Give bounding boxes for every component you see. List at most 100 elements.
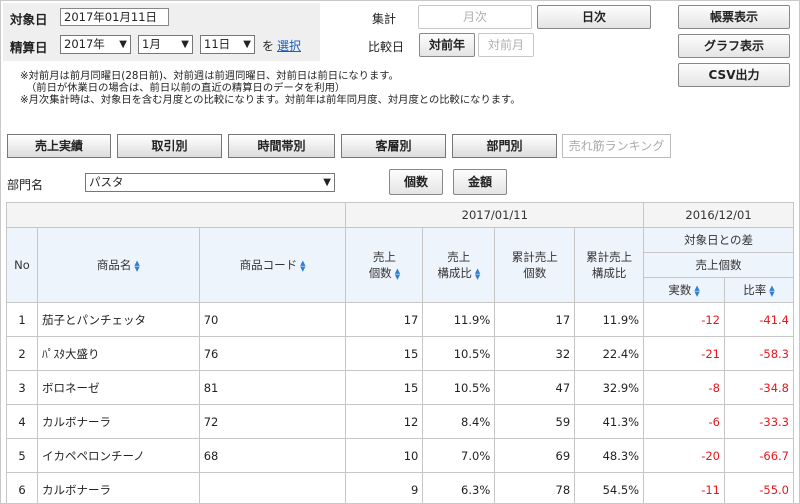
sort-icon[interactable]: ▲ ▼	[300, 259, 305, 272]
cell-qty: 15	[345, 370, 424, 405]
month-select[interactable]: 1月 ▼	[138, 35, 193, 54]
cell-ratio: 10.5%	[422, 370, 496, 405]
cell-qty: 17	[345, 302, 424, 337]
dept-select[interactable]: パスタ ▼	[85, 173, 335, 192]
cell-name: カルボナーラ	[36, 472, 200, 504]
monthly-button[interactable]: 月次	[418, 5, 532, 29]
cell-name: カルボナーラ	[36, 404, 200, 439]
table-row[interactable]: 4 カルボナーラ 72 12 8.4% 59 41.3% -6 -33.3	[6, 404, 794, 439]
cell-rate: -58.3	[724, 336, 794, 371]
aggregate-label: 集計	[372, 12, 397, 26]
cell-ratio: 7.0%	[422, 438, 496, 473]
cell-cum-qty: 47	[494, 370, 576, 405]
cell-cum-qty: 59	[494, 404, 576, 439]
cell-no: 2	[6, 336, 38, 371]
csv-export-button[interactable]: CSV出力	[678, 63, 790, 87]
table-row[interactable]: 2 ﾊﾟｽﾀ大盛り 76 15 10.5% 32 22.4% -21 -58.3	[6, 336, 794, 371]
header-date-current: 2017/01/11	[345, 202, 645, 228]
chevron-down-icon: ▼	[323, 177, 331, 188]
cell-cum-ratio: 11.9%	[574, 302, 645, 337]
cell-ratio: 11.9%	[422, 302, 496, 337]
chevron-down-icon: ▼	[181, 39, 189, 50]
header-spacer	[5, 202, 347, 228]
table-row[interactable]: 6 カルボナーラ 9 6.3% 78 54.5% -11 -55.0	[6, 472, 794, 504]
header-diff: 対象日との差	[643, 227, 794, 253]
header-name[interactable]: 商品名 ▲ ▼	[36, 227, 200, 303]
cell-no: 1	[6, 302, 38, 337]
sort-icon[interactable]: ▲ ▼	[769, 284, 774, 297]
cell-cum-ratio: 41.3%	[574, 404, 645, 439]
cell-cum-ratio: 48.3%	[574, 438, 645, 473]
compare-label: 比較日	[368, 40, 405, 54]
year-select[interactable]: 2017年 ▼	[60, 35, 131, 54]
cell-ratio: 10.5%	[422, 336, 496, 371]
cell-no: 5	[6, 438, 38, 473]
note-line-1: ※対前月は前月同曜日(28日前)、対前週は前週同曜日、対前日は前日になります。	[20, 70, 399, 82]
cell-actual: -12	[643, 302, 725, 337]
cell-actual: -20	[643, 438, 725, 473]
day-select[interactable]: 11日 ▼	[200, 35, 255, 54]
cell-code: 70	[198, 302, 347, 337]
cell-code: 68	[198, 438, 347, 473]
cell-name: 茄子とパンチェッタ	[36, 302, 200, 337]
cell-code: 76	[198, 336, 347, 371]
header-ratio[interactable]: 売上 構成比 ▲ ▼	[422, 227, 496, 303]
cell-cum-qty: 17	[494, 302, 576, 337]
select-date-link[interactable]: 選択	[277, 37, 301, 54]
cell-rate: -34.8	[724, 370, 794, 405]
table-row[interactable]: 1 茄子とパンチェッタ 70 17 11.9% 17 11.9% -12 -41.4	[6, 302, 794, 337]
header-qty[interactable]: 売上 個数 ▲ ▼	[345, 227, 424, 303]
chevron-down-icon: ▼	[119, 39, 127, 50]
tab-best-sellers[interactable]: 売れ筋ランキング	[562, 134, 671, 158]
tab-sales-results[interactable]: 売上実績	[7, 134, 111, 158]
header-rate[interactable]: 比率 ▲ ▼	[724, 277, 794, 303]
chevron-down-icon: ▼	[243, 39, 251, 50]
tab-by-customer[interactable]: 客層別	[341, 134, 446, 158]
report-view-button[interactable]: 帳票表示	[678, 5, 790, 29]
prev-month-button[interactable]: 対前月	[478, 33, 534, 57]
count-button[interactable]: 個数	[389, 169, 443, 195]
cell-actual: -8	[643, 370, 725, 405]
header-diff-sub: 売上個数	[643, 252, 794, 278]
table-row[interactable]: 5 イカペペロンチーノ 68 10 7.0% 69 48.3% -20 -66.7	[6, 438, 794, 473]
prev-year-button[interactable]: 対前年	[419, 33, 475, 57]
cell-qty: 9	[345, 472, 424, 504]
cell-rate: -41.4	[724, 302, 794, 337]
header-code[interactable]: 商品コード ▲ ▼	[198, 227, 347, 303]
cell-ratio: 6.3%	[422, 472, 496, 504]
sort-icon[interactable]: ▲ ▼	[694, 284, 699, 297]
cell-rate: -33.3	[724, 404, 794, 439]
sales-table: 2017/01/11 2016/12/01 No 商品名 ▲ ▼ 商品コード ▲ ▼ 売…	[5, 202, 794, 504]
cell-cum-qty: 69	[494, 438, 576, 473]
header-cum-qty: 累計売上 個数	[494, 227, 576, 303]
header-no: No	[6, 227, 38, 303]
target-date-field[interactable]: 2017年01月11日	[60, 8, 169, 26]
target-date-label: 対象日	[10, 12, 48, 27]
table-row[interactable]: 3 ボロネーゼ 81 15 10.5% 47 32.9% -8 -34.8	[6, 370, 794, 405]
tab-by-time[interactable]: 時間帯別	[228, 134, 335, 158]
cell-cum-qty: 78	[494, 472, 576, 504]
graph-view-button[interactable]: グラフ表示	[678, 34, 790, 58]
cell-actual: -21	[643, 336, 725, 371]
cell-no: 3	[6, 370, 38, 405]
cell-qty: 10	[345, 438, 424, 473]
cell-cum-ratio: 54.5%	[574, 472, 645, 504]
header-actual[interactable]: 実数 ▲ ▼	[643, 277, 725, 303]
daily-button[interactable]: 日次	[537, 5, 651, 29]
sort-icon[interactable]: ▲ ▼	[134, 259, 139, 272]
cell-name: ボロネーゼ	[36, 370, 200, 405]
cell-no: 4	[6, 404, 38, 439]
header-cum-ratio: 累計売上 構成比	[574, 227, 645, 303]
cell-qty: 15	[345, 336, 424, 371]
settle-date-label: 精算日	[10, 40, 48, 55]
dept-label: 部門名	[7, 178, 44, 192]
tab-by-department[interactable]: 部門別	[452, 134, 557, 158]
sort-icon[interactable]: ▲ ▼	[475, 267, 480, 280]
cell-name: イカペペロンチーノ	[36, 438, 200, 473]
cell-ratio: 8.4%	[422, 404, 496, 439]
tab-by-transaction[interactable]: 取引別	[117, 134, 222, 158]
amount-button[interactable]: 金額	[453, 169, 507, 195]
cell-cum-ratio: 22.4%	[574, 336, 645, 371]
sort-icon[interactable]: ▲ ▼	[395, 267, 400, 280]
cell-code	[198, 472, 347, 504]
